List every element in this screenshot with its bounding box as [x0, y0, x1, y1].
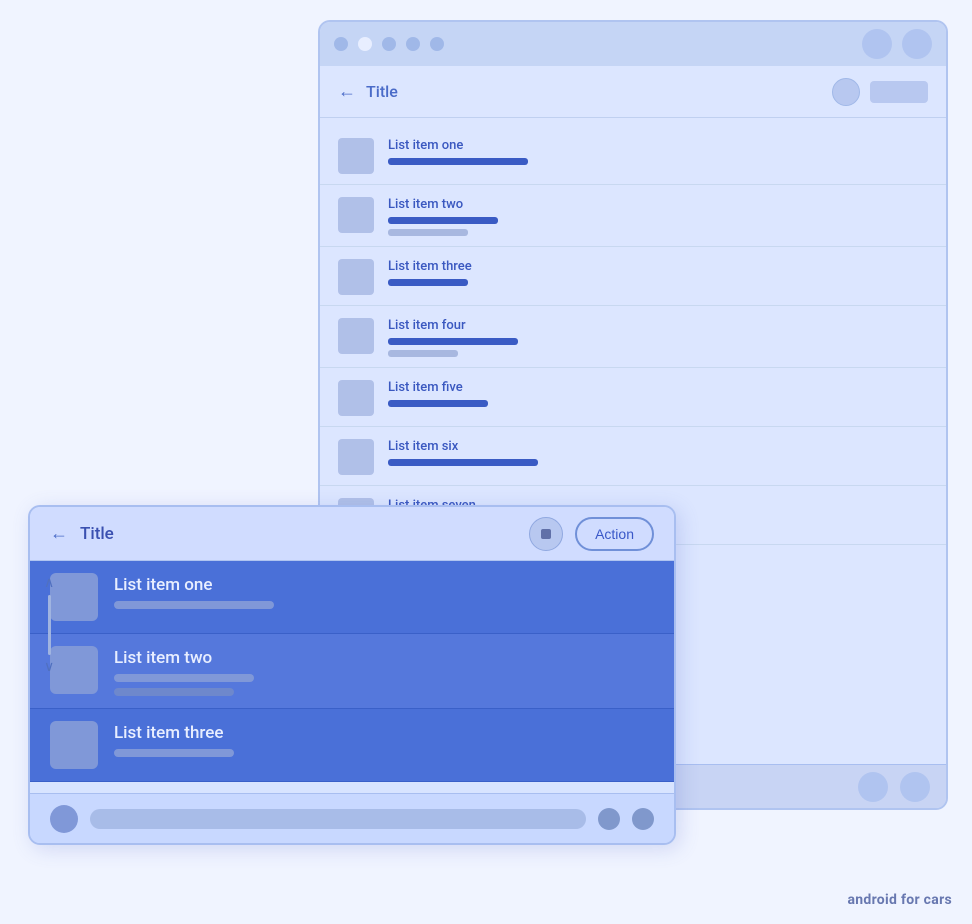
- front-bar-primary: [114, 749, 234, 757]
- titlebar-dot-5: [430, 37, 444, 51]
- front-thumbnail: [50, 721, 98, 769]
- titlebar-control-btn-2[interactable]: [902, 29, 932, 59]
- list-thumbnail: [338, 439, 374, 475]
- front-list-item[interactable]: List item three: [30, 709, 674, 782]
- titlebar-dot-4: [406, 37, 420, 51]
- front-thumbnail: [50, 573, 98, 621]
- list-item[interactable]: List item one: [320, 126, 946, 185]
- front-list-item[interactable]: List item two: [30, 634, 674, 709]
- list-thumbnail: [338, 259, 374, 295]
- list-item-title: List item one: [388, 138, 528, 153]
- action-button[interactable]: Action: [575, 517, 654, 551]
- front-list: List item one List item two List item th…: [30, 561, 674, 782]
- nav-dot-right-2[interactable]: [632, 808, 654, 830]
- titlebar-dot-2: [358, 37, 372, 51]
- front-title: Title: [80, 524, 114, 544]
- back-button[interactable]: ←: [338, 81, 356, 102]
- list-item[interactable]: List item two: [320, 185, 946, 247]
- back-nav-btn-1[interactable]: [858, 772, 888, 802]
- list-bar-primary: [388, 279, 468, 286]
- back-nav-btn-2[interactable]: [900, 772, 930, 802]
- list-item-title: List item six: [388, 439, 538, 454]
- scroll-track[interactable]: [48, 595, 51, 655]
- back-app-bar: ← Title: [320, 66, 946, 118]
- back-window-titlebar: [320, 22, 946, 66]
- list-item-title: List item three: [388, 259, 472, 274]
- list-bar-secondary: [388, 350, 458, 357]
- titlebar-control-btn-1[interactable]: [862, 29, 892, 59]
- front-back-button[interactable]: ←: [50, 523, 68, 544]
- nav-pill[interactable]: [90, 809, 586, 829]
- back-list: List item one List item two List item th…: [320, 118, 946, 553]
- front-list-item[interactable]: List item one: [30, 561, 674, 634]
- list-item-title: List item four: [388, 318, 518, 333]
- list-item[interactable]: List item four: [320, 306, 946, 368]
- list-thumbnail: [338, 138, 374, 174]
- titlebar-dot-1: [334, 37, 348, 51]
- front-item-title: List item three: [114, 723, 234, 743]
- list-item-title: List item five: [388, 380, 488, 395]
- list-item[interactable]: List item five: [320, 368, 946, 427]
- nav-dot-left[interactable]: [50, 805, 78, 833]
- scroll-up-arrow: ∧: [44, 575, 54, 591]
- watermark-regular: for cars: [897, 892, 952, 908]
- front-icon-button[interactable]: [529, 517, 563, 551]
- front-item-title: List item one: [114, 575, 274, 595]
- back-title: Title: [366, 82, 398, 101]
- scroll-down-arrow: ∨: [44, 659, 54, 675]
- list-item[interactable]: List item six: [320, 427, 946, 486]
- scroll-indicator: ∧ ∨: [44, 575, 54, 675]
- watermark-bold: android: [847, 892, 897, 908]
- watermark: android for cars: [847, 892, 952, 908]
- list-bar-primary: [388, 400, 488, 407]
- front-window: ← Title Action ∧ ∨ List item one List it…: [28, 505, 676, 845]
- list-thumbnail: [338, 197, 374, 233]
- list-thumbnail: [338, 380, 374, 416]
- front-app-bar: ← Title Action: [30, 507, 674, 561]
- titlebar-dot-3: [382, 37, 396, 51]
- stop-icon: [541, 529, 551, 539]
- list-bar-primary: [388, 217, 498, 224]
- list-item[interactable]: List item three: [320, 247, 946, 306]
- list-bar-primary: [388, 338, 518, 345]
- front-nav-bar: [30, 793, 674, 843]
- back-icon-button[interactable]: [832, 78, 860, 106]
- list-bar-primary: [388, 459, 538, 466]
- list-bar-primary: [388, 158, 528, 165]
- back-text-button[interactable]: [870, 81, 928, 103]
- front-bar-primary: [114, 674, 254, 682]
- front-item-title: List item two: [114, 648, 254, 668]
- list-bar-secondary: [388, 229, 468, 236]
- front-thumbnail: [50, 646, 98, 694]
- list-thumbnail: [338, 318, 374, 354]
- front-bar-primary: [114, 601, 274, 609]
- nav-dot-right-1[interactable]: [598, 808, 620, 830]
- list-item-title: List item two: [388, 197, 498, 212]
- front-bar-secondary: [114, 688, 234, 696]
